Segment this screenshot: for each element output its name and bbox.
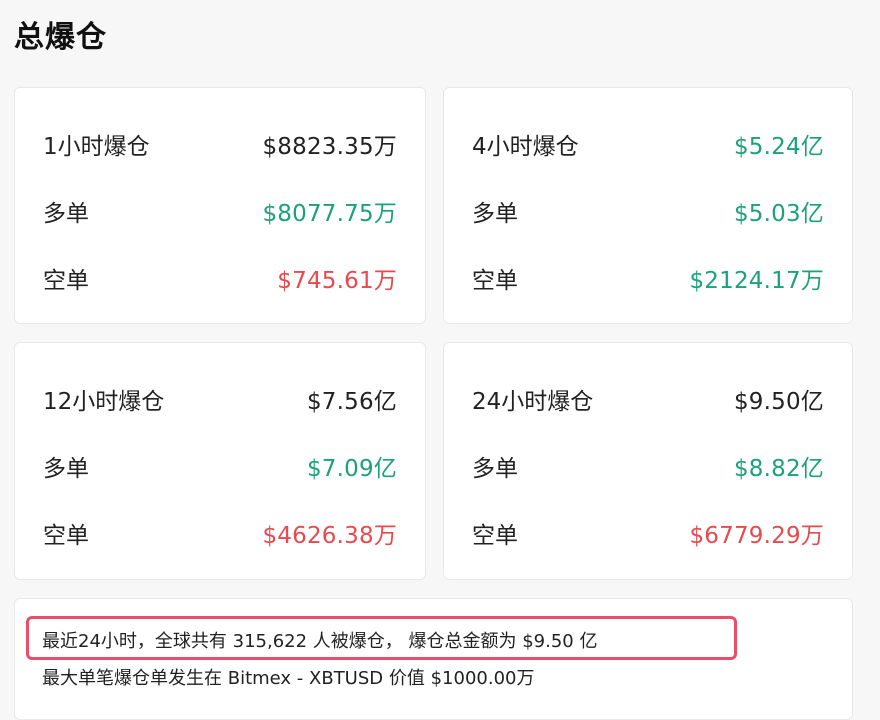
- short-label: 空单: [472, 523, 518, 549]
- card-long-row: 多单 $8077.75万: [43, 191, 397, 231]
- liquidation-card-24h: 24小时爆仓 $9.50亿 多单 $8.82亿 空单 $6779.29万: [443, 342, 853, 580]
- liquidation-card-1h: 1小时爆仓 $8823.35万 多单 $8077.75万 空单 $745.61万: [14, 87, 426, 324]
- card-long-row: 多单 $5.03亿: [472, 191, 824, 231]
- long-value: $8077.75万: [262, 201, 397, 227]
- short-value: $4626.38万: [262, 523, 397, 549]
- long-label: 多单: [43, 201, 89, 227]
- card-total-row: 4小时爆仓 $5.24亿: [472, 124, 824, 164]
- long-value: $8.82亿: [733, 456, 824, 482]
- card-title: 12小时爆仓: [43, 389, 165, 415]
- liquidation-summary: 最近24小时，全球共有 315,622 人被爆仓， 爆仓总金额为 $9.50 亿…: [14, 598, 853, 720]
- card-total-row: 24小时爆仓 $9.50亿: [472, 379, 824, 419]
- card-title: 1小时爆仓: [43, 134, 150, 160]
- long-label: 多单: [472, 456, 518, 482]
- page-title: 总爆仓: [14, 20, 107, 55]
- card-total-value: $7.56亿: [306, 389, 397, 415]
- card-long-row: 多单 $7.09亿: [43, 446, 397, 486]
- short-label: 空单: [472, 268, 518, 294]
- short-value: $2124.17万: [689, 268, 824, 294]
- long-label: 多单: [43, 456, 89, 482]
- card-long-row: 多单 $8.82亿: [472, 446, 824, 486]
- card-total-value: $9.50亿: [733, 389, 824, 415]
- card-title: 24小时爆仓: [472, 389, 594, 415]
- summary-24h-total: 最近24小时，全球共有 315,622 人被爆仓， 爆仓总金额为 $9.50 亿: [42, 631, 598, 652]
- card-short-row: 空单 $2124.17万: [472, 258, 824, 298]
- card-total-row: 12小时爆仓 $7.56亿: [43, 379, 397, 419]
- long-value: $7.09亿: [306, 456, 397, 482]
- summary-largest-order: 最大单笔爆仓单发生在 Bitmex - XBTUSD 价值 $1000.00万: [42, 668, 535, 689]
- short-value: $745.61万: [277, 268, 397, 294]
- card-total-value: $8823.35万: [262, 134, 397, 160]
- card-short-row: 空单 $6779.29万: [472, 513, 824, 553]
- short-label: 空单: [43, 268, 89, 294]
- card-short-row: 空单 $4626.38万: [43, 513, 397, 553]
- long-value: $5.03亿: [733, 201, 824, 227]
- short-label: 空单: [43, 523, 89, 549]
- liquidation-card-4h: 4小时爆仓 $5.24亿 多单 $5.03亿 空单 $2124.17万: [443, 87, 853, 324]
- card-total-value: $5.24亿: [733, 134, 824, 160]
- card-total-row: 1小时爆仓 $8823.35万: [43, 124, 397, 164]
- card-short-row: 空单 $745.61万: [43, 258, 397, 298]
- card-title: 4小时爆仓: [472, 134, 579, 160]
- long-label: 多单: [472, 201, 518, 227]
- liquidation-card-12h: 12小时爆仓 $7.56亿 多单 $7.09亿 空单 $4626.38万: [14, 342, 426, 580]
- short-value: $6779.29万: [689, 523, 824, 549]
